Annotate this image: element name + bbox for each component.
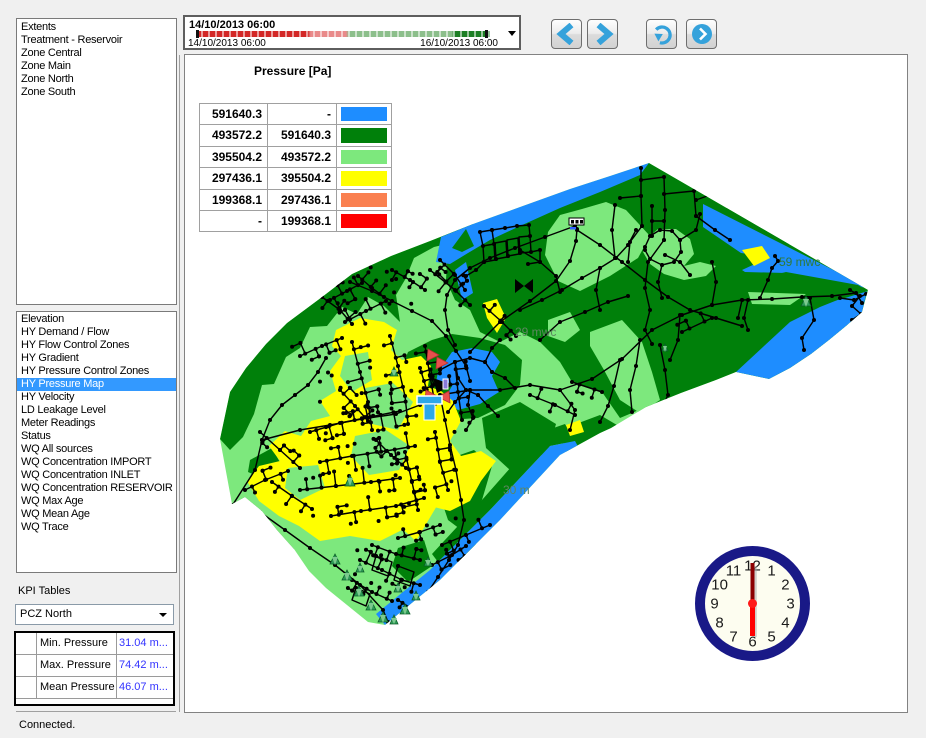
svg-text:59 mwc: 59 mwc xyxy=(779,255,820,269)
svg-text:11: 11 xyxy=(726,563,742,580)
svg-text:9: 9 xyxy=(710,596,718,613)
svg-text:30 m: 30 m xyxy=(503,483,530,497)
svg-text:2: 2 xyxy=(781,577,789,594)
svg-text:4: 4 xyxy=(781,615,789,632)
svg-text:7: 7 xyxy=(729,628,737,645)
svg-text:29 mwc: 29 mwc xyxy=(515,325,556,339)
svg-text:3: 3 xyxy=(786,596,794,613)
svg-text:5: 5 xyxy=(767,628,775,645)
svg-text:1: 1 xyxy=(767,563,775,580)
svg-text:8: 8 xyxy=(715,615,723,632)
